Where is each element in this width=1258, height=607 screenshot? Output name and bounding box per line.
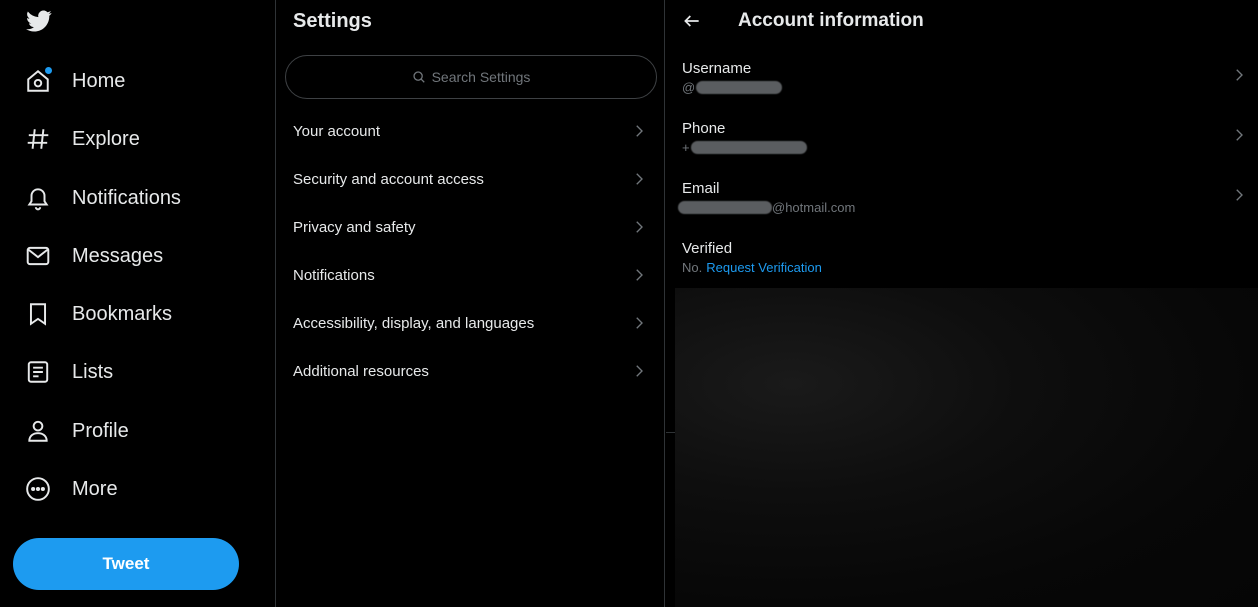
email-label: Email (682, 180, 720, 197)
chevron-right-icon (636, 269, 643, 281)
hashtag-icon (24, 125, 52, 153)
verified-label: Verified (682, 240, 733, 257)
nav-item-messages[interactable]: Messages (24, 236, 163, 276)
username-label: Username (682, 60, 752, 77)
tweet-button[interactable]: Tweet (13, 538, 239, 590)
settings-title: Settings (293, 10, 372, 32)
settings-item-label: Your account (293, 122, 381, 140)
mail-icon (24, 242, 52, 270)
chevron-right-icon (636, 173, 643, 185)
page-title: Account information (738, 10, 924, 31)
account-row-phone[interactable]: Phone + (666, 114, 1258, 170)
nav-label-home: Home (72, 69, 126, 92)
settings-item-security[interactable]: Security and account access (277, 155, 664, 203)
primary-nav: Home Explore Notifications Messages Book (0, 0, 276, 607)
nav-label-more: More (72, 477, 118, 500)
settings-item-your-account[interactable]: Your account (277, 107, 664, 155)
person-icon (24, 417, 52, 445)
email-domain: @hotmail.com (772, 200, 856, 215)
blurred-content (666, 288, 1258, 607)
chevron-right-icon (1236, 189, 1243, 201)
divider (666, 432, 675, 433)
account-information-panel: Account information Username @ Phone + E… (666, 0, 1258, 607)
request-verification-link[interactable]: Request Verification (706, 260, 822, 275)
phone-value: + (682, 140, 807, 155)
phone-prefix: + (682, 140, 690, 155)
nav-item-notifications[interactable]: Notifications (24, 178, 181, 218)
account-header: Account information (666, 0, 1258, 42)
phone-label: Phone (682, 120, 726, 137)
redacted-username (696, 81, 783, 94)
list-icon (24, 358, 52, 386)
arrow-left-icon (684, 15, 699, 27)
nav-item-bookmarks[interactable]: Bookmarks (24, 294, 172, 334)
search-icon (412, 71, 425, 83)
settings-item-privacy[interactable]: Privacy and safety (277, 203, 664, 251)
bell-icon (24, 184, 52, 212)
bookmark-icon (24, 300, 52, 328)
verified-value: No. Request Verification (682, 260, 822, 275)
nav-label-profile: Profile (72, 419, 129, 442)
nav-label-explore: Explore (72, 127, 140, 150)
back-button[interactable] (680, 9, 704, 33)
chevron-right-icon (1236, 129, 1243, 141)
settings-item-additional-resources[interactable]: Additional resources (277, 347, 664, 395)
chevron-right-icon (636, 221, 643, 233)
chevron-right-icon (1236, 69, 1243, 81)
nav-label-notifications: Notifications (72, 186, 181, 209)
settings-item-label: Notifications (293, 266, 375, 284)
account-row-email[interactable]: Email @hotmail.com (666, 174, 1258, 230)
settings-item-label: Privacy and safety (293, 218, 416, 236)
settings-item-accessibility[interactable]: Accessibility, display, and languages (277, 299, 664, 347)
nav-item-profile[interactable]: Profile (24, 411, 129, 451)
settings-item-label: Security and account access (293, 170, 484, 188)
nav-item-home[interactable]: Home (24, 61, 125, 101)
settings-item-label: Accessibility, display, and languages (293, 314, 535, 332)
chevron-right-icon (636, 125, 643, 137)
nav-item-lists[interactable]: Lists (24, 352, 113, 392)
nav-label-messages: Messages (72, 244, 164, 267)
email-value: @hotmail.com (678, 200, 855, 215)
app-window: Home Explore Notifications Messages Book (0, 0, 1258, 607)
search-settings-input[interactable]: Search Settings (285, 55, 657, 99)
account-row-verified: Verified No. Request Verification (666, 234, 1258, 290)
username-prefix: @ (682, 80, 696, 95)
nav-label-lists: Lists (72, 360, 114, 383)
chevron-right-icon (636, 317, 643, 329)
redacted-phone (690, 141, 807, 154)
home-icon (24, 67, 52, 95)
settings-item-label: Additional resources (293, 362, 429, 380)
nav-item-explore[interactable]: Explore (24, 119, 140, 159)
search-placeholder: Search Settings (431, 69, 531, 85)
twitter-logo-icon[interactable] (24, 8, 54, 36)
settings-item-notifications[interactable]: Notifications (277, 251, 664, 299)
username-value: @ (682, 80, 783, 95)
verified-status: No. (682, 260, 703, 275)
account-row-username[interactable]: Username @ (666, 54, 1258, 110)
redacted-email-local (678, 201, 772, 214)
nav-label-bookmarks: Bookmarks (72, 302, 173, 325)
more-circle-icon (24, 475, 52, 503)
settings-panel: Settings Search Settings Your account Se… (277, 0, 665, 607)
chevron-right-icon (636, 365, 643, 377)
nav-item-more[interactable]: More (24, 469, 118, 509)
unread-dot (45, 67, 52, 74)
